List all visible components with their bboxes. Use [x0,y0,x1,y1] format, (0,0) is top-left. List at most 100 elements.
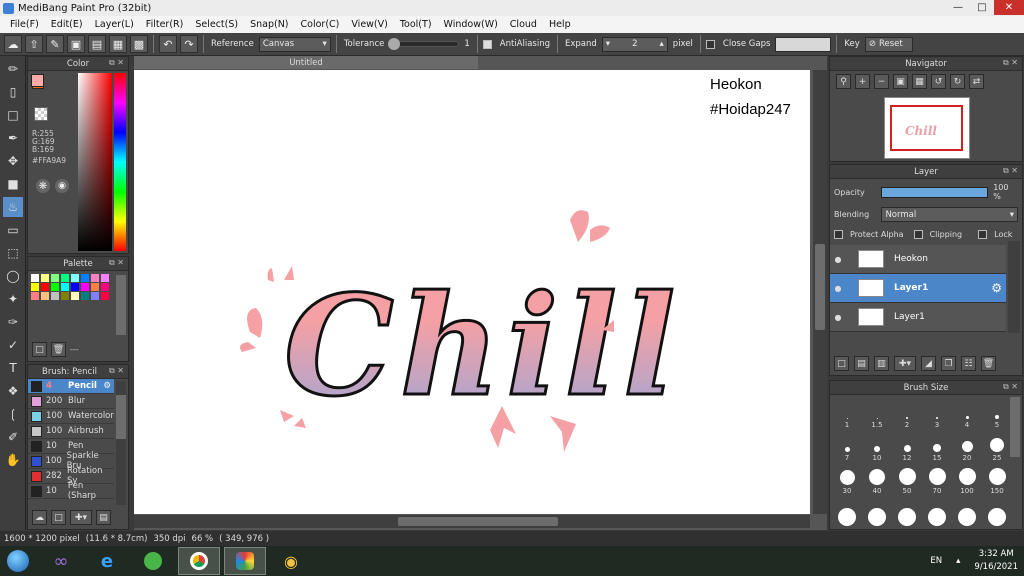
primary-color[interactable] [31,74,44,87]
brush-item[interactable]: 200 Blur [28,394,114,409]
clock[interactable]: 3:32 AM 9/16/2021 [974,548,1018,574]
panel-options-icon[interactable]: ⧉ ✕ [1003,382,1018,392]
rect-tool-icon[interactable]: □ [3,105,23,125]
text-tool-icon[interactable]: T [3,358,23,378]
menu-view[interactable]: View(V) [345,19,393,30]
start-button[interactable] [0,547,36,575]
zoom-icon[interactable]: ⚲ [836,74,851,89]
fill-rect-tool-icon[interactable]: ■ [3,174,23,194]
menu-cloud[interactable]: Cloud [504,19,543,30]
lock-checkbox[interactable] [978,230,988,239]
layer-row[interactable]: ● Layer1 [830,303,1006,332]
eye-icon[interactable]: ● [830,284,846,293]
palette-swatch[interactable] [101,274,109,282]
brush-size-cell[interactable]: 40 [862,463,892,496]
reset-button[interactable]: ⊘ Reset [864,36,913,52]
palette-swatch[interactable] [91,283,99,291]
divide-tool-icon[interactable]: ❖ [3,381,23,401]
brush-settings-icon[interactable]: ▤ [96,510,111,525]
brush-item[interactable]: 100 Airbrush [28,424,114,439]
layer-scrollbar[interactable] [1008,241,1020,333]
brush-list-scrollbar[interactable] [116,381,126,505]
blending-select[interactable]: Normal ▾ [881,207,1018,222]
brush-size-cell[interactable]: 30 [832,463,862,496]
note-icon[interactable]: ▣ [67,35,85,53]
palette-swatch[interactable] [91,292,99,300]
new-swatch-icon[interactable]: □ [32,342,47,357]
new-brush-icon[interactable]: □ [51,510,66,525]
brush-size-cell[interactable] [862,496,892,529]
select-pen-icon[interactable]: ✑ [3,312,23,332]
menu-file[interactable]: File(F) [4,19,45,30]
palette-swatch[interactable] [51,292,59,300]
drawing-canvas[interactable]: Heokon #Hoidap247 Chill [134,70,810,514]
taskbar-coccoc[interactable] [132,547,174,575]
horizontal-scroll-thumb[interactable] [398,517,558,526]
brush-item[interactable]: 100 Watercolor [28,409,114,424]
bucket-tool-icon[interactable]: ♨ [3,197,23,217]
menu-color[interactable]: Color(C) [295,19,346,30]
actual-size-icon[interactable]: ▦ [912,74,927,89]
document-icon[interactable]: ▤ [88,35,106,53]
layer-row[interactable]: ● Heokon [830,245,1006,274]
hue-slider[interactable] [114,73,126,251]
horizontal-scrollbar[interactable] [134,515,810,528]
brush-size-cell[interactable]: 5 [982,397,1012,430]
brush-size-cell[interactable]: 3 [922,397,952,430]
brush-size-cell[interactable]: 70 [922,463,952,496]
eraser-tool-icon[interactable]: ▯ [3,82,23,102]
delete-swatch-icon[interactable]: 🗑 [51,342,66,357]
palette-swatch[interactable] [31,283,39,291]
expand-spinner[interactable]: ▾ 2 ▴ [601,36,668,52]
layer-row[interactable]: ● Layer1 ⚙ [830,274,1006,303]
grid-icon[interactable]: ▦ [109,35,127,53]
redo-icon[interactable]: ↷ [180,35,198,53]
palette-swatch[interactable] [61,274,69,282]
taskbar-paint[interactable]: ◉ [270,547,312,575]
palette-swatch[interactable] [71,292,79,300]
eye-icon[interactable]: ● [830,255,846,264]
taskbar-ie[interactable]: e [86,547,128,575]
taskbar-medibang[interactable] [224,547,266,575]
clipping-checkbox[interactable] [913,230,923,239]
menu-snap[interactable]: Snap(N) [244,19,294,30]
menu-edit[interactable]: Edit(E) [45,19,89,30]
palette-swatch[interactable] [81,274,89,282]
palette-swatch[interactable] [91,274,99,282]
close-icon[interactable]: ✕ [994,0,1024,15]
taskbar-chrome[interactable] [178,547,220,575]
palette-swatch[interactable] [61,283,69,291]
brush-size-cell[interactable]: 1.5 [862,397,892,430]
taskbar-visual-studio[interactable]: ∞ [40,547,82,575]
pen-nib-icon[interactable]: ✐ [3,427,23,447]
eye-icon[interactable]: ● [830,313,846,322]
tolerance-slider[interactable] [388,38,460,50]
gear-icon[interactable]: ⚙ [103,381,111,391]
add-brush-icon[interactable]: ✚▾ [70,510,92,525]
palette-swatch[interactable] [71,274,79,282]
panel-options-icon[interactable]: ⧉ ✕ [1003,58,1018,68]
palette-swatch[interactable] [61,292,69,300]
palette-swatch[interactable] [41,274,49,282]
menu-tool[interactable]: Tool(T) [394,19,438,30]
rotate-left-icon[interactable]: ↺ [931,74,946,89]
transparent-color[interactable] [34,107,48,121]
menu-select[interactable]: Select(S) [189,19,244,30]
brush-list-scroll-thumb[interactable] [116,395,126,439]
palette-swatch[interactable] [31,274,39,282]
reference-select[interactable]: Canvas ▾ [258,36,331,52]
folder-icon[interactable]: ◢ [921,356,936,371]
palette-swatch[interactable] [51,283,59,291]
brush-size-cell[interactable]: 12 [892,430,922,463]
duplicate-layer-icon[interactable]: ❐ [941,356,956,371]
minimize-icon[interactable]: — [946,0,970,15]
select-tool-icon[interactable]: ⬚ [3,243,23,263]
brush-size-cell[interactable] [892,496,922,529]
brush-size-cell[interactable] [982,496,1012,529]
eyedropper-icon[interactable]: ❲ [3,404,23,424]
comment-icon[interactable]: ✎ [46,35,64,53]
palette-swatch[interactable] [71,283,79,291]
flip-icon[interactable]: ⇄ [969,74,984,89]
menu-filter[interactable]: Filter(R) [140,19,190,30]
brush-item[interactable]: 4 Pencil ⚙ [28,379,114,394]
